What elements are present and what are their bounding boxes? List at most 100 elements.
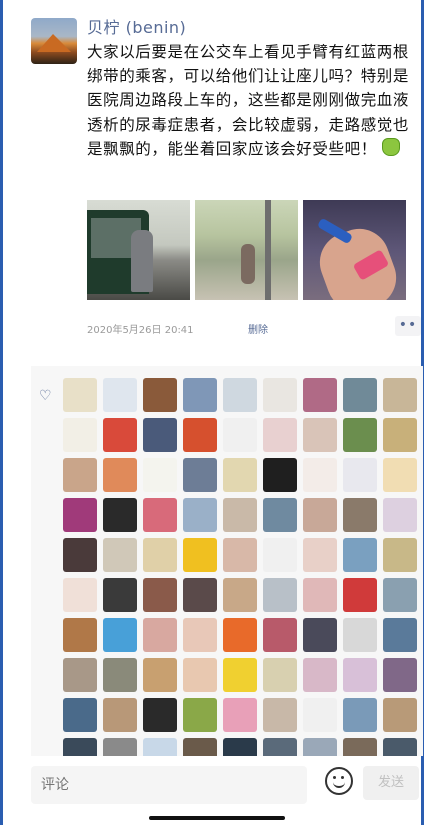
liker-avatar[interactable]	[103, 418, 137, 452]
liker-avatar[interactable]	[383, 618, 417, 652]
liker-avatar[interactable]	[63, 618, 97, 652]
liker-avatar[interactable]	[143, 458, 177, 492]
liker-avatar[interactable]	[383, 418, 417, 452]
liker-avatar[interactable]	[223, 578, 257, 612]
liker-avatar[interactable]	[343, 538, 377, 572]
liker-avatar[interactable]	[183, 458, 217, 492]
liker-avatar[interactable]	[383, 458, 417, 492]
liker-avatar[interactable]	[343, 658, 377, 692]
liker-avatar[interactable]	[143, 418, 177, 452]
liker-avatar[interactable]	[63, 498, 97, 532]
liker-avatar[interactable]	[343, 418, 377, 452]
liker-avatar[interactable]	[143, 658, 177, 692]
liker-avatar[interactable]	[63, 538, 97, 572]
liker-avatar[interactable]	[143, 578, 177, 612]
liker-avatar[interactable]	[63, 658, 97, 692]
liker-avatar[interactable]	[263, 618, 297, 652]
liker-avatar[interactable]	[103, 378, 137, 412]
liker-avatar[interactable]	[383, 578, 417, 612]
liker-avatar[interactable]	[303, 658, 337, 692]
liker-avatar[interactable]	[303, 698, 337, 732]
liker-avatar[interactable]	[343, 618, 377, 652]
liker-avatar[interactable]	[103, 618, 137, 652]
liker-avatar[interactable]	[303, 578, 337, 612]
liker-avatar[interactable]	[223, 738, 257, 756]
liker-avatar[interactable]	[303, 458, 337, 492]
delete-link[interactable]: 删除	[248, 321, 268, 336]
liker-avatar[interactable]	[223, 498, 257, 532]
liker-avatar[interactable]	[143, 378, 177, 412]
liker-avatar[interactable]	[63, 698, 97, 732]
liker-avatar[interactable]	[103, 738, 137, 756]
liker-avatar[interactable]	[63, 418, 97, 452]
liker-avatar[interactable]	[303, 418, 337, 452]
photo-bus[interactable]	[87, 200, 190, 300]
comment-input[interactable]	[31, 766, 307, 804]
liker-avatar[interactable]	[263, 498, 297, 532]
liker-avatar[interactable]	[143, 498, 177, 532]
liker-avatar[interactable]	[183, 698, 217, 732]
more-options-button[interactable]: ••	[395, 316, 421, 336]
liker-avatar[interactable]	[223, 698, 257, 732]
liker-avatar[interactable]	[183, 618, 217, 652]
liker-avatar[interactable]	[303, 538, 337, 572]
author-avatar[interactable]	[31, 18, 77, 64]
liker-avatar[interactable]	[263, 698, 297, 732]
liker-avatar[interactable]	[263, 538, 297, 572]
liker-avatar[interactable]	[183, 578, 217, 612]
send-button[interactable]: 发送	[363, 766, 419, 800]
liker-avatar[interactable]	[223, 658, 257, 692]
liker-avatar[interactable]	[103, 538, 137, 572]
liker-avatar[interactable]	[103, 498, 137, 532]
liker-avatar[interactable]	[143, 618, 177, 652]
liker-avatar[interactable]	[183, 378, 217, 412]
liker-avatar[interactable]	[63, 458, 97, 492]
liker-avatar[interactable]	[303, 498, 337, 532]
liker-avatar[interactable]	[143, 698, 177, 732]
liker-avatar[interactable]	[263, 458, 297, 492]
liker-avatar[interactable]	[383, 378, 417, 412]
liker-avatar[interactable]	[183, 498, 217, 532]
liker-avatar[interactable]	[263, 738, 297, 756]
liker-avatar[interactable]	[343, 738, 377, 756]
liker-avatar[interactable]	[223, 458, 257, 492]
liker-avatar[interactable]	[103, 458, 137, 492]
liker-avatar[interactable]	[143, 538, 177, 572]
smiley-icon[interactable]	[325, 767, 353, 795]
liker-avatar[interactable]	[103, 698, 137, 732]
liker-avatar[interactable]	[63, 578, 97, 612]
liker-avatar[interactable]	[223, 418, 257, 452]
liker-avatar[interactable]	[303, 738, 337, 756]
author-name[interactable]: 贝柠 (benin)	[87, 14, 186, 38]
liker-avatar[interactable]	[143, 738, 177, 756]
liker-avatar[interactable]	[263, 658, 297, 692]
liker-avatar[interactable]	[343, 498, 377, 532]
liker-avatar[interactable]	[103, 578, 137, 612]
liker-avatar[interactable]	[263, 418, 297, 452]
liker-avatar[interactable]	[343, 378, 377, 412]
liker-avatar[interactable]	[183, 418, 217, 452]
liker-avatar[interactable]	[343, 458, 377, 492]
liker-avatar[interactable]	[343, 698, 377, 732]
photo-arm-band[interactable]	[303, 200, 406, 300]
liker-avatar[interactable]	[263, 578, 297, 612]
photo-street[interactable]	[195, 200, 298, 300]
liker-avatar[interactable]	[383, 738, 417, 756]
liker-avatar[interactable]	[223, 538, 257, 572]
liker-avatar[interactable]	[63, 378, 97, 412]
liker-avatar[interactable]	[223, 618, 257, 652]
liker-avatar[interactable]	[223, 378, 257, 412]
liker-avatar[interactable]	[183, 738, 217, 756]
liker-avatar[interactable]	[103, 658, 137, 692]
liker-avatar[interactable]	[383, 498, 417, 532]
liker-avatar[interactable]	[303, 378, 337, 412]
liker-avatar[interactable]	[383, 538, 417, 572]
liker-avatar[interactable]	[343, 578, 377, 612]
liker-avatar[interactable]	[303, 618, 337, 652]
liker-avatar[interactable]	[63, 738, 97, 756]
liker-avatar[interactable]	[263, 378, 297, 412]
liker-avatar[interactable]	[383, 658, 417, 692]
liker-avatar[interactable]	[183, 538, 217, 572]
liker-avatar[interactable]	[183, 658, 217, 692]
liker-avatar[interactable]	[383, 698, 417, 732]
